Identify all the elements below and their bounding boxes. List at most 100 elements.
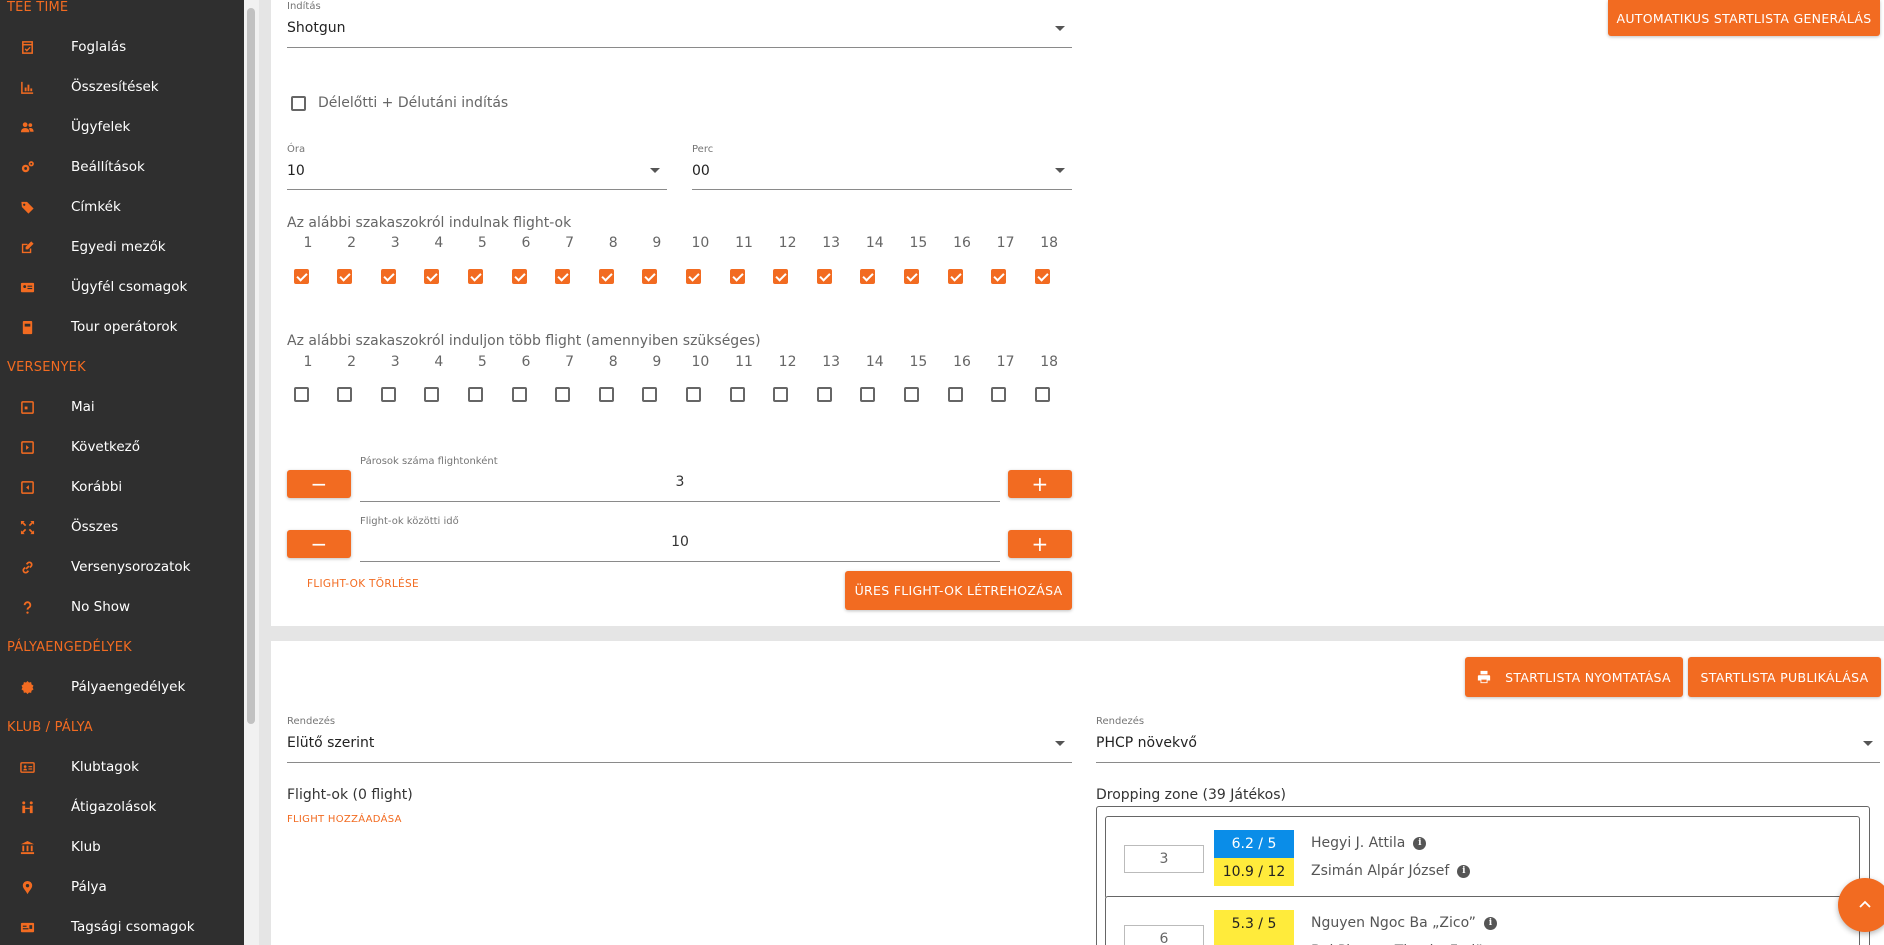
start-type-label: Indítás <box>287 1 321 12</box>
hole-checkbox[interactable] <box>424 387 440 402</box>
hole-checkbox[interactable] <box>903 387 919 402</box>
create-empty-flights-button[interactable]: ÜRES FLIGHT-OK LÉTREHOZÁSA <box>845 571 1072 610</box>
hole-number: 11 <box>735 235 753 251</box>
scroll-top-button[interactable] <box>1838 878 1884 932</box>
hole-checkbox[interactable] <box>380 387 396 402</box>
auto-startlist-button[interactable]: AUTOMATIKUS STARTLISTA GENERÁLÁS <box>1608 0 1880 36</box>
interval-value[interactable]: 10 <box>360 534 1000 550</box>
pair-card[interactable]: 65.3 / 5Nguyen Ngoc Ba „Zico”i7.0 / 7Bui… <box>1105 896 1860 945</box>
dropping-sort-value: PHCP növekvő <box>1096 735 1197 751</box>
expand-icon <box>19 519 35 535</box>
sidebar-item[interactable]: Címkék <box>0 190 244 224</box>
pairs-value[interactable]: 3 <box>360 474 1000 490</box>
sidebar-item[interactable]: Pályaengedélyek <box>0 670 244 704</box>
hole-checkbox[interactable] <box>729 387 745 402</box>
sidebar-item[interactable]: Következő <box>0 430 244 464</box>
hole-checkbox[interactable] <box>1034 269 1050 284</box>
player-name-text: Hegyi J. Attila <box>1311 835 1406 851</box>
sidebar-item[interactable]: Klubtagok <box>0 750 244 784</box>
pairs-decrement-button[interactable]: − <box>287 470 351 498</box>
hole-checkbox[interactable] <box>773 269 789 284</box>
hole-checkbox[interactable] <box>555 387 571 402</box>
hole-checkbox[interactable] <box>903 269 919 284</box>
sidebar-item[interactable]: Beállítások <box>0 150 244 184</box>
sidebar-item[interactable]: Ügyfelek <box>0 110 244 144</box>
flights-sort-value: Elütő szerint <box>287 735 375 751</box>
hole-checkbox[interactable] <box>773 387 789 402</box>
hole-checkbox[interactable] <box>511 387 527 402</box>
sidebar-item[interactable]: Ügyfél csomagok <box>0 270 244 304</box>
hole-checkbox[interactable] <box>642 387 658 402</box>
sidebar-item[interactable]: Klub <box>0 830 244 864</box>
sidebar-item[interactable]: Egyedi mezők <box>0 230 244 264</box>
interval-decrement-button[interactable]: − <box>287 530 351 558</box>
pair-number-input[interactable]: 3 <box>1124 845 1204 873</box>
sidebar-item[interactable]: Tour operátorok <box>0 310 244 344</box>
publish-startlist-button[interactable]: STARTLISTA PUBLIKÁLÁSA <box>1688 657 1881 697</box>
hole-checkbox[interactable] <box>598 269 614 284</box>
hole-checkbox[interactable] <box>467 269 483 284</box>
hole-number: 8 <box>608 354 618 370</box>
interval-increment-button[interactable]: + <box>1008 530 1072 558</box>
hole-checkbox[interactable] <box>860 269 876 284</box>
hole-checkbox[interactable] <box>947 387 963 402</box>
hole-checkbox[interactable] <box>337 269 353 284</box>
member-card-icon <box>19 759 35 775</box>
hole-number: 12 <box>778 235 797 251</box>
ampm-checkbox[interactable] <box>291 96 306 111</box>
sidebar-item[interactable]: Átigazolások <box>0 790 244 824</box>
hole-checkbox[interactable] <box>598 387 614 402</box>
edit-icon <box>19 239 35 255</box>
hole-checkbox[interactable] <box>555 269 571 284</box>
hole-checkbox[interactable] <box>991 269 1007 284</box>
print-startlist-button[interactable]: STARTLISTA NYOMTATÁSA <box>1465 657 1683 697</box>
hole-checkbox[interactable] <box>729 269 745 284</box>
sidebar-item[interactable]: Foglalás <box>0 30 244 64</box>
hole-checkbox[interactable] <box>424 269 440 284</box>
hole-checkbox[interactable] <box>685 269 701 284</box>
dropping-sort-underline <box>1096 762 1880 763</box>
sidebar-item[interactable]: Korábbi <box>0 470 244 504</box>
hole-checkbox[interactable] <box>337 387 353 402</box>
sidebar-item[interactable]: No Show <box>0 590 244 624</box>
flights-sort-label: Rendezés <box>287 716 336 727</box>
hole-checkbox[interactable] <box>467 387 483 402</box>
sidebar-item[interactable]: Versenysorozatok <box>0 550 244 584</box>
sidebar-item[interactable]: Pálya <box>0 870 244 904</box>
delete-flights-button[interactable]: FLIGHT-OK TÖRLÉSE <box>307 578 419 590</box>
hole-checkbox[interactable] <box>685 387 701 402</box>
pair-card[interactable]: 3 6.2 / 5 Hegyi J. Attila i 10.9 / 12 Zsimán … <box>1105 816 1860 899</box>
info-icon[interactable]: i <box>1483 916 1497 930</box>
pair-number-input[interactable]: 6 <box>1124 925 1204 945</box>
hole-checkbox[interactable] <box>642 269 658 284</box>
hole-checkbox[interactable] <box>293 269 309 284</box>
pairs-underline <box>360 501 1000 502</box>
sidebar-item-label: Beállítások <box>71 159 145 175</box>
handicap-badge: 10.9 / 12 <box>1214 858 1294 886</box>
add-flight-button[interactable]: FLIGHT HOZZÁADÁSA <box>287 814 402 825</box>
sidebar-scrollbar[interactable] <box>244 0 259 945</box>
sidebar-scrollbar-thumb[interactable] <box>247 8 255 724</box>
hole-checkbox[interactable] <box>860 387 876 402</box>
hole-checkbox[interactable] <box>1034 387 1050 402</box>
info-icon[interactable]: i <box>1413 836 1427 850</box>
sidebar-item-label: Átigazolások <box>71 799 157 815</box>
hole-number: 1 <box>303 235 313 251</box>
hole-checkbox[interactable] <box>816 269 832 284</box>
sidebar-item[interactable]: Összes <box>0 510 244 544</box>
sidebar-section-title: VERSENYEK <box>7 360 86 375</box>
handicap-badge: 7.0 / 7 <box>1214 938 1294 945</box>
info-icon[interactable]: i <box>1457 864 1471 878</box>
dropping-zone[interactable]: 3 6.2 / 5 Hegyi J. Attila i 10.9 / 12 Zsimán … <box>1096 806 1870 945</box>
hole-checkbox[interactable] <box>380 269 396 284</box>
sidebar-item[interactable]: Mai <box>0 390 244 424</box>
hole-checkbox[interactable] <box>947 269 963 284</box>
hole-checkbox[interactable] <box>293 387 309 402</box>
hole-checkbox[interactable] <box>511 269 527 284</box>
interval-label: Flight-ok közötti idő <box>360 516 459 527</box>
sidebar-item[interactable]: Tagsági csomagok <box>0 910 244 944</box>
hole-checkbox[interactable] <box>991 387 1007 402</box>
sidebar-item[interactable]: Összesítések <box>0 70 244 104</box>
pairs-increment-button[interactable]: + <box>1008 470 1072 498</box>
hole-checkbox[interactable] <box>816 387 832 402</box>
